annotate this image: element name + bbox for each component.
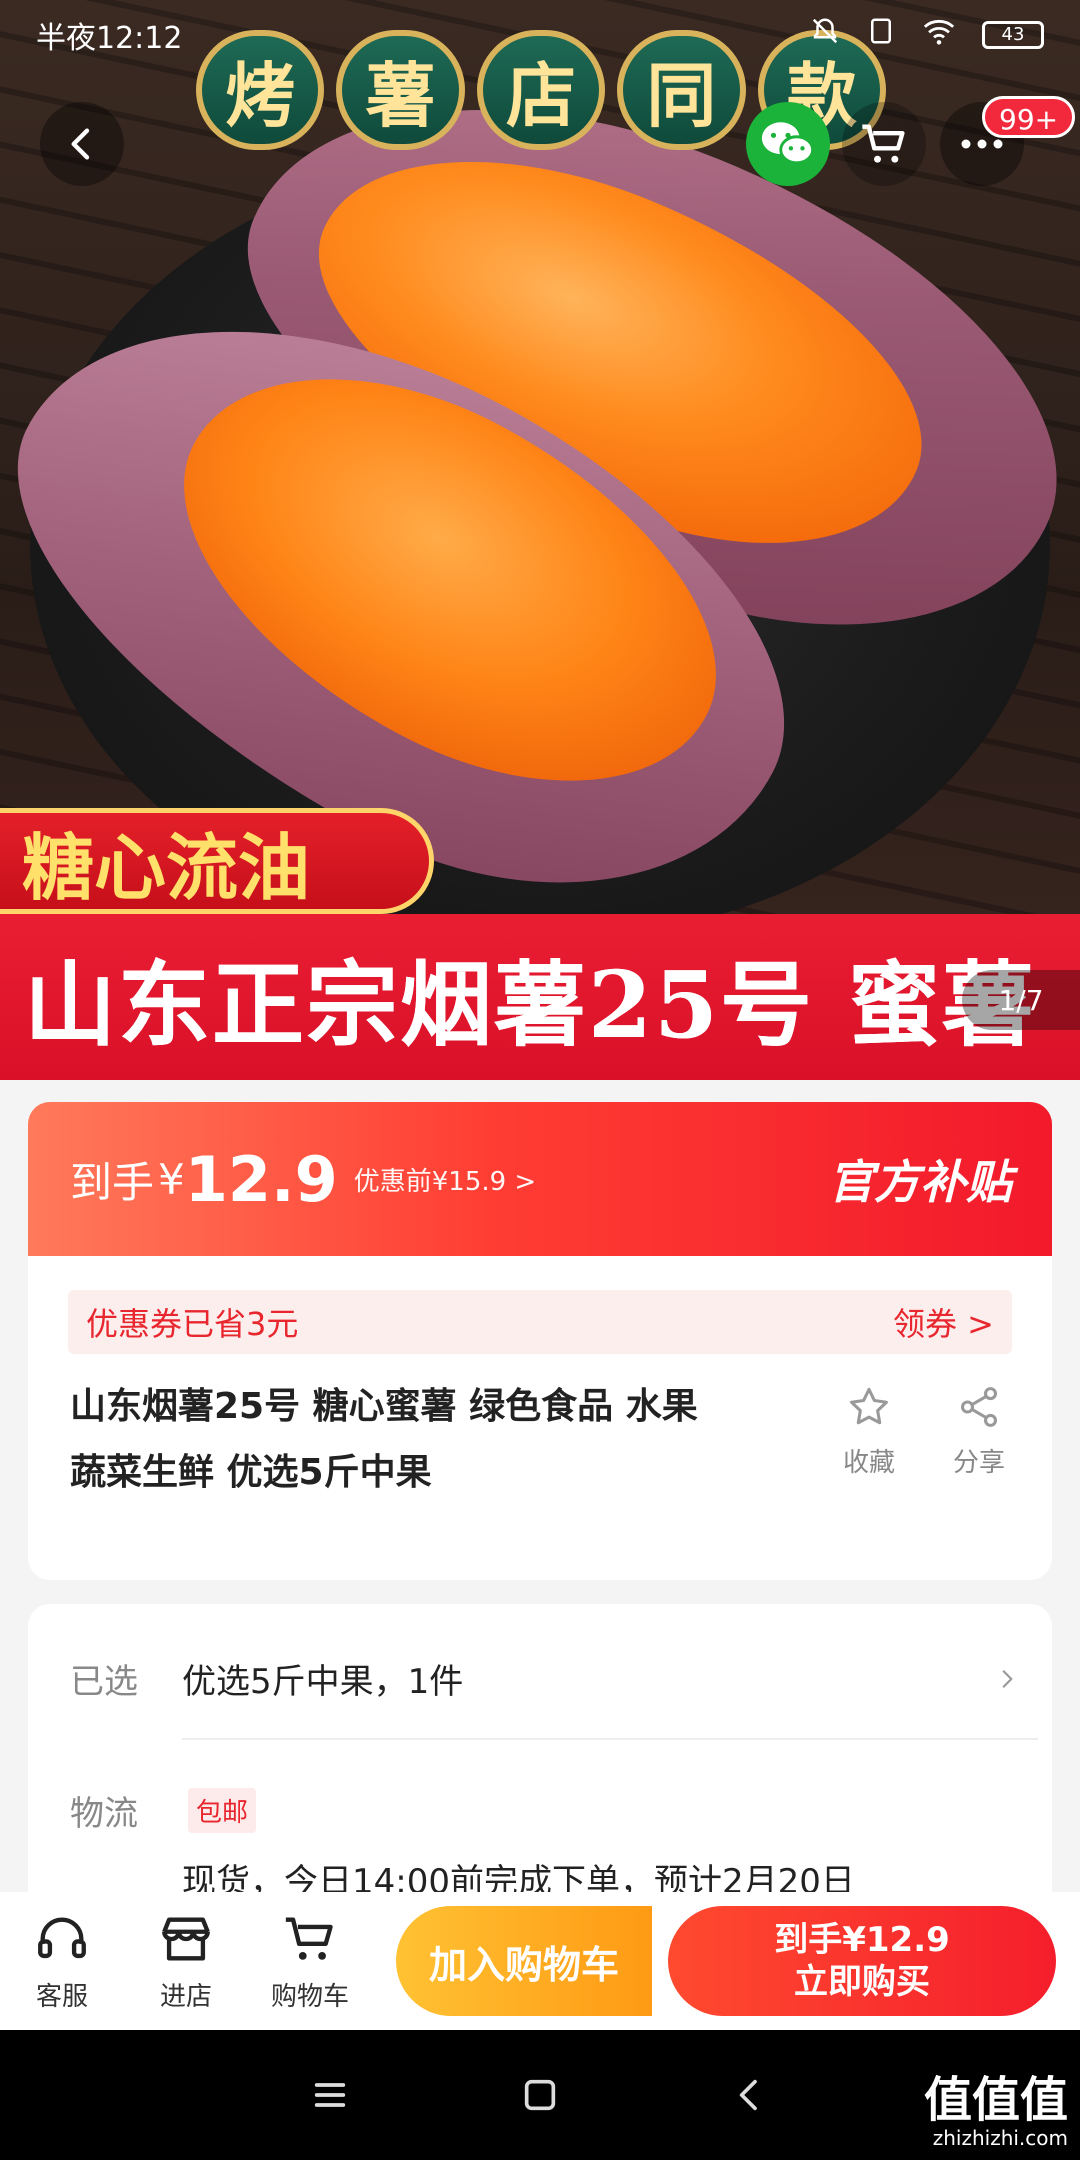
product-title-line: 山东烟薯25号 糖心蜜薯 绿色食品 水果 [70, 1386, 698, 1427]
favorite-label: 收藏 [842, 1448, 895, 1478]
status-bar: 半夜12:12 43 [0, 0, 1080, 70]
store-icon [162, 1916, 210, 1961]
shipping-row: 物流 包邮 [70, 1786, 257, 1835]
star-icon [850, 1387, 888, 1425]
nav-back-icon[interactable] [730, 2075, 770, 2115]
hero-tag-left: 糖心流油 [0, 808, 434, 914]
menu-icon[interactable] [310, 2075, 350, 2115]
mute-icon [810, 16, 840, 54]
title-actions: 收藏 分享 [836, 1384, 1012, 1506]
cart-icon [862, 124, 905, 163]
back-button[interactable] [40, 102, 124, 186]
title-row: 山东烟薯25号 糖心蜜薯 绿色食品 水果 蔬菜生鲜 优选5斤中果 收藏 分享 [70, 1374, 1012, 1506]
spec-card: 已选 优选5斤中果，1件 物流 包邮 现货，今日14:00前完成下单，预计2月2… [28, 1604, 1052, 1924]
share-button[interactable]: 分享 [946, 1384, 1012, 1506]
share-label: 分享 [952, 1448, 1005, 1478]
selected-spec-row[interactable]: 已选 优选5斤中果，1件 [70, 1654, 1020, 1703]
price-label: 到手 [70, 1157, 155, 1207]
image-counter: 1/7 [962, 970, 1080, 1030]
original-price-link[interactable]: 优惠前¥15.9 > [354, 1161, 536, 1198]
cart-icon [285, 1916, 333, 1960]
product-hero-image[interactable]: 烤 薯 店 同 款 半夜12:12 43 99+ 糖心流油 山东正宗烟薯25号 … [0, 0, 1080, 1080]
free-shipping-tag: 包邮 [188, 1788, 257, 1833]
get-coupon-link[interactable]: 领券 > [893, 1299, 994, 1345]
store-label: 进店 [159, 1981, 212, 2012]
buy-now-label: 立即购买 [794, 1962, 930, 2002]
home-square-icon[interactable] [520, 2075, 560, 2115]
divider [182, 1738, 1038, 1740]
customer-service-button[interactable]: 客服 [0, 1910, 124, 2013]
share-icon [960, 1387, 998, 1427]
selected-label: 已选 [70, 1662, 138, 1702]
price-card: 到手 ¥ 12.9 优惠前¥15.9 > 官方补贴 优惠券已省3元 领券 > 山… [28, 1102, 1052, 1580]
hero-red-band: 山东正宗烟薯25号 蜜薯 [0, 914, 1080, 1080]
cart-label: 购物车 [270, 1981, 349, 2012]
more-dots-icon [961, 139, 1003, 149]
store-button[interactable]: 进店 [124, 1910, 248, 2013]
watermark-url: zhizhizhi.com [932, 2126, 1068, 2150]
wifi-icon [922, 16, 956, 54]
product-title: 山东烟薯25号 糖心蜜薯 绿色食品 水果 蔬菜生鲜 优选5斤中果 [70, 1374, 836, 1506]
wechat-icon [761, 122, 815, 165]
cart-count-badge: 99+ [982, 96, 1076, 138]
chevron-right-icon [1002, 1669, 1013, 1688]
price-banner: 到手 ¥ 12.9 优惠前¥15.9 > 官方补贴 [28, 1102, 1052, 1256]
cart-button[interactable] [842, 102, 926, 186]
bottom-cart-button[interactable]: 购物车 [248, 1910, 372, 2013]
headset-icon [38, 1917, 86, 1958]
coupon-text: 优惠券已省3元 [86, 1305, 299, 1343]
watermark: 值值值 zhizhizhi.com [924, 2074, 1068, 2150]
price-value: 12.9 [184, 1142, 338, 1216]
shipping-label: 物流 [70, 1794, 138, 1834]
product-page: 烤 薯 店 同 款 半夜12:12 43 99+ 糖心流油 山东正宗烟薯25号 … [0, 0, 1080, 2160]
watermark-logo: 值值值 [923, 2072, 1068, 2128]
add-to-cart-button[interactable]: 加入购物车 [396, 1906, 652, 2016]
product-title-line: 蔬菜生鲜 优选5斤中果 [70, 1452, 432, 1493]
selected-value: 优选5斤中果，1件 [182, 1662, 464, 1702]
buy-now-button[interactable]: 到手¥12.9 立即购买 [668, 1906, 1056, 2016]
official-subsidy-badge: 官方补贴 [828, 1155, 1012, 1209]
status-time: 半夜12:12 [36, 21, 183, 56]
system-nav-bar: 值值值 zhizhizhi.com [0, 2030, 1080, 2160]
battery-indicator: 43 [982, 21, 1044, 49]
favorite-button[interactable]: 收藏 [836, 1384, 902, 1506]
wechat-share-button[interactable] [746, 102, 830, 186]
price-currency: ¥ [158, 1154, 185, 1204]
buy-price-label: 到手¥12.9 [774, 1920, 950, 1960]
chevron-left-icon [71, 128, 90, 160]
sim-icon [866, 16, 896, 54]
service-label: 客服 [35, 1981, 88, 2012]
coupon-row[interactable]: 优惠券已省3元 领券 > [68, 1290, 1012, 1354]
